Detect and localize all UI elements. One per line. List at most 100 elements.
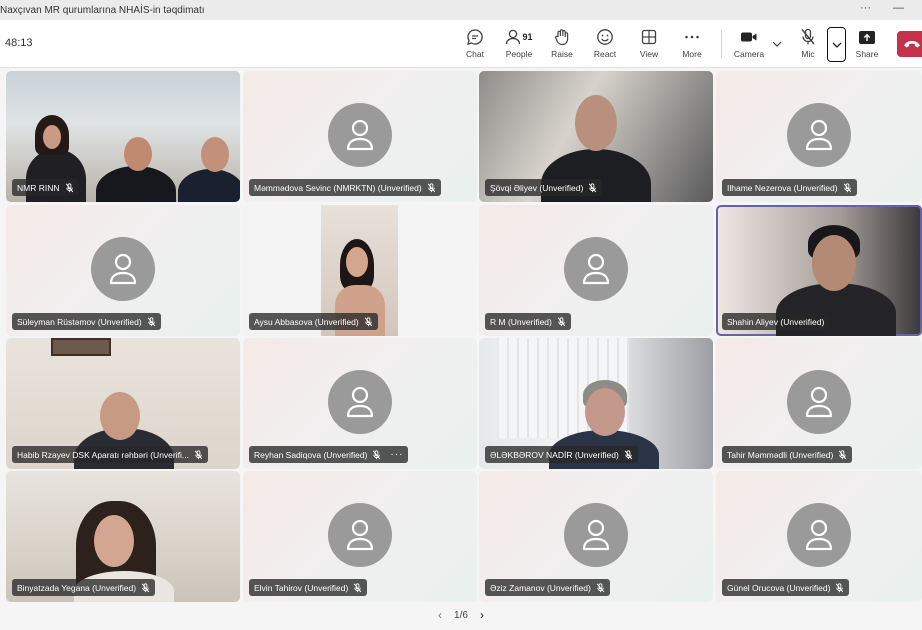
participant-tile[interactable]: R M (Unverified)	[479, 205, 713, 336]
participant-nametag: Günel Orucova (Unverified)	[722, 579, 850, 596]
meeting-toolbar: 48:13 Chat 91 People Raise React View Mo…	[0, 20, 922, 68]
participant-tile[interactable]: Elvin Tahirov (Unverified)	[243, 471, 477, 602]
participant-tile[interactable]: Günel Orucova (Unverified)	[716, 471, 922, 602]
mic-label: Mic	[801, 49, 815, 59]
camera-options-button[interactable]	[769, 34, 785, 54]
avatar	[91, 236, 155, 301]
participant-tile[interactable]: Məmmədova Sevinc (NMRKTN) (Unverified)	[243, 71, 477, 202]
person-icon	[582, 519, 610, 550]
participant-tile[interactable]: Reyhan Sadiqova (Unverified) ···	[243, 338, 477, 469]
people-icon: 91	[505, 26, 533, 48]
participant-nametag: Ilhame Nezerova (Unverified)	[722, 179, 857, 196]
avatar	[564, 236, 628, 301]
view-label: View	[639, 49, 659, 59]
view-button[interactable]: View	[629, 26, 669, 66]
mic-muted-icon	[624, 449, 632, 459]
chat-label: Chat	[466, 49, 484, 59]
share-button[interactable]: Share	[847, 26, 887, 66]
avatar	[787, 502, 851, 567]
people-button[interactable]: 91 People	[498, 26, 540, 66]
phone-hangup-icon	[904, 41, 920, 48]
participant-tile[interactable]: Tahir Məmmədli (Unverified)	[716, 338, 922, 469]
avatar	[328, 502, 392, 567]
mic-muted-icon	[589, 182, 597, 192]
mic-muted-icon	[557, 316, 566, 326]
participant-tile[interactable]: Ilhame Nezerova (Unverified)	[716, 71, 922, 202]
mic-muted-icon	[65, 182, 73, 192]
mic-button[interactable]: Mic	[788, 26, 828, 66]
participant-nametag: Elvin Tahirov (Unverified)	[249, 579, 368, 596]
participant-nametag: ƏLƏKBƏROV NADİR (Unverified)	[485, 446, 638, 463]
participant-tile-speaking[interactable]: Shahin Aliyev (Unverified)	[716, 205, 922, 336]
react-label: React	[593, 49, 617, 59]
meeting-title: Naxçıvan MR qurumlarına NHAİS-in təqdima…	[0, 4, 205, 16]
participant-more-options[interactable]: ···	[390, 449, 403, 460]
smiley-icon	[596, 26, 614, 48]
person-icon	[805, 119, 833, 150]
more-actions-button[interactable]: More	[672, 26, 712, 66]
chevron-down-icon	[832, 42, 841, 48]
hand-icon	[554, 26, 570, 48]
leave-button[interactable]	[897, 31, 922, 57]
next-page-button[interactable]: ›	[480, 608, 484, 622]
chevron-down-icon	[772, 41, 782, 47]
mic-muted-icon	[373, 449, 381, 459]
previous-page-button[interactable]: ‹	[438, 608, 442, 622]
share-screen-icon	[858, 26, 876, 48]
page-indicator: 1/6	[454, 609, 468, 621]
avatar	[787, 369, 851, 434]
window-more-button[interactable]: ···	[860, 2, 871, 14]
participant-tile[interactable]: Aysu Abbasova (Unverified)	[243, 205, 477, 336]
raise-hand-button[interactable]: Raise	[542, 26, 582, 66]
participant-nametag: R M (Unverified)	[485, 313, 571, 330]
mic-options-button[interactable]	[827, 27, 846, 62]
title-bar: Naxçıvan MR qurumlarına NHAİS-in təqdima…	[0, 0, 922, 20]
person-icon	[346, 519, 374, 550]
person-icon	[805, 386, 833, 417]
participant-tile[interactable]: Binyatzada Yegana (Unverified)	[6, 471, 240, 602]
mic-muted-icon	[364, 316, 372, 326]
share-label: Share	[855, 49, 879, 59]
chat-button[interactable]: Chat	[455, 26, 495, 66]
participant-tile[interactable]: Habib Rzayev DSK Aparatı rəhbəri (Unveri…	[6, 338, 240, 469]
toolbar-divider	[721, 30, 722, 58]
mic-muted-icon	[800, 26, 816, 48]
mic-muted-icon	[141, 582, 150, 592]
participant-nametag: Habib Rzayev DSK Aparatı rəhbəri (Unveri…	[12, 446, 208, 463]
meeting-timer: 48:13	[5, 37, 33, 49]
participant-nametag: Şövqi Əliyev (Unverified)	[485, 179, 603, 196]
ellipsis-icon	[684, 26, 700, 48]
participant-nametag: Tahir Məmmədli (Unverified)	[722, 446, 853, 463]
participant-tile[interactable]: Şövqi Əliyev (Unverified)	[479, 71, 713, 202]
mic-muted-icon	[596, 582, 605, 592]
participant-nametag: Reyhan Sadiqova (Unverified) ···	[249, 446, 409, 463]
participant-tile[interactable]: NMR RINN	[6, 71, 240, 202]
participant-tile[interactable]: Əziz Zamanov (Unverified)	[479, 471, 713, 602]
mic-muted-icon	[843, 182, 851, 192]
participant-grid: NMR RINN Məmmədova Sevinc (NMRKTN) (Unve…	[0, 68, 922, 602]
video-camera-icon	[740, 26, 758, 48]
people-count: 91	[522, 32, 533, 42]
window-minimize-button[interactable]: —	[893, 2, 904, 14]
raise-label: Raise	[551, 49, 573, 59]
chat-icon	[466, 26, 484, 48]
mic-muted-icon	[194, 449, 203, 459]
more-label: More	[682, 49, 702, 59]
participant-nametag: Binyatzada Yegana (Unverified)	[12, 579, 156, 596]
avatar	[564, 502, 628, 567]
grid-view-icon	[641, 26, 657, 48]
participant-nametag: Aysu Abbasova (Unverified)	[249, 313, 378, 330]
person-icon	[109, 253, 137, 284]
participant-nametag: Shahin Aliyev (Unverified)	[722, 313, 830, 330]
camera-button[interactable]: Camera	[729, 26, 769, 66]
participant-nametag: NMR RINN	[12, 179, 79, 196]
participant-tile[interactable]: ƏLƏKBƏROV NADİR (Unverified)	[479, 338, 713, 469]
mic-muted-icon	[836, 582, 844, 592]
participant-tile[interactable]: Süleyman Rüstəmov (Unverified)	[6, 205, 240, 336]
camera-label: Camera	[733, 49, 765, 59]
people-label: People	[505, 49, 533, 59]
participant-nametag: Əziz Zamanov (Unverified)	[485, 579, 610, 596]
avatar	[787, 102, 851, 167]
react-button[interactable]: React	[585, 26, 625, 66]
avatar	[328, 102, 392, 167]
